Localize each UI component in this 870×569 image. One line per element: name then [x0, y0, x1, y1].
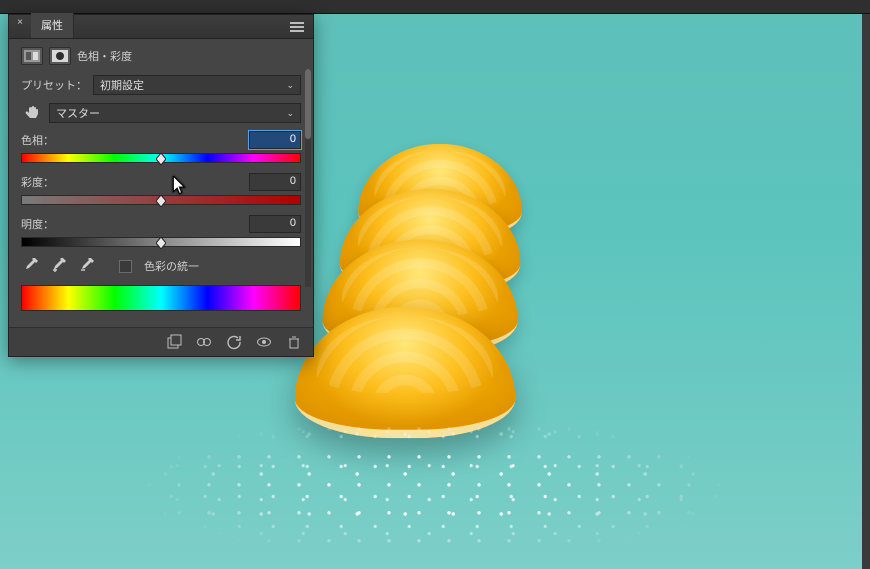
app-topbar	[0, 0, 870, 14]
lightness-slider-thumb[interactable]	[156, 237, 166, 249]
colorize-checkbox[interactable]	[119, 260, 132, 273]
panel-titlebar[interactable]: × 属性	[9, 15, 313, 39]
preset-select[interactable]: 初期設定 ⌄	[93, 75, 301, 95]
visibility-icon[interactable]	[255, 334, 273, 350]
panel-footer	[9, 327, 313, 356]
lightness-label: 明度：	[21, 216, 54, 232]
channel-select[interactable]: マスター ⌄	[49, 103, 301, 123]
hue-value-input[interactable]: 0	[249, 131, 301, 149]
preset-value: 初期設定	[100, 77, 144, 93]
eyedropper-subtract-icon[interactable]	[77, 257, 97, 275]
lightness-slider[interactable]	[21, 237, 301, 247]
mask-icon	[49, 47, 71, 65]
colorize-label: 色彩の統一	[144, 258, 199, 274]
adjustment-icon	[21, 47, 43, 65]
saturation-slider-thumb[interactable]	[156, 195, 166, 207]
adjustment-type-label: 色相・彩度	[77, 48, 132, 64]
properties-panel: × 属性 色相・彩度 プリセット： 初期設定 ⌄ マスター	[8, 14, 314, 357]
chevron-down-icon: ⌄	[286, 80, 294, 91]
eyedropper-add-icon[interactable]	[49, 257, 69, 275]
clip-to-layer-icon[interactable]	[165, 334, 183, 350]
panel-menu-icon[interactable]	[287, 15, 307, 38]
close-icon[interactable]: ×	[9, 15, 31, 38]
color-range-bars[interactable]	[21, 285, 301, 311]
hue-slider[interactable]	[21, 153, 301, 163]
image-content	[300, 130, 560, 510]
saturation-label: 彩度：	[21, 174, 54, 190]
lightness-value-input[interactable]: 0	[249, 215, 301, 233]
saturation-slider[interactable]	[21, 195, 301, 205]
panel-scrollbar[interactable]	[305, 69, 311, 287]
panel-dock	[862, 14, 870, 569]
hue-label: 色相：	[21, 132, 54, 148]
targeted-adjustment-icon[interactable]	[21, 103, 43, 123]
view-previous-icon[interactable]	[195, 334, 213, 350]
scrollbar-thumb[interactable]	[305, 69, 311, 139]
panel-tab-properties[interactable]: 属性	[31, 13, 74, 38]
preset-label: プリセット：	[21, 77, 87, 93]
saturation-value-input[interactable]: 0	[249, 173, 301, 191]
chevron-down-icon: ⌄	[286, 108, 294, 119]
trash-icon[interactable]	[285, 334, 303, 350]
eyedropper-icon[interactable]	[21, 257, 41, 275]
reset-icon[interactable]	[225, 334, 243, 350]
hue-slider-thumb[interactable]	[156, 153, 166, 165]
channel-value: マスター	[56, 105, 100, 121]
